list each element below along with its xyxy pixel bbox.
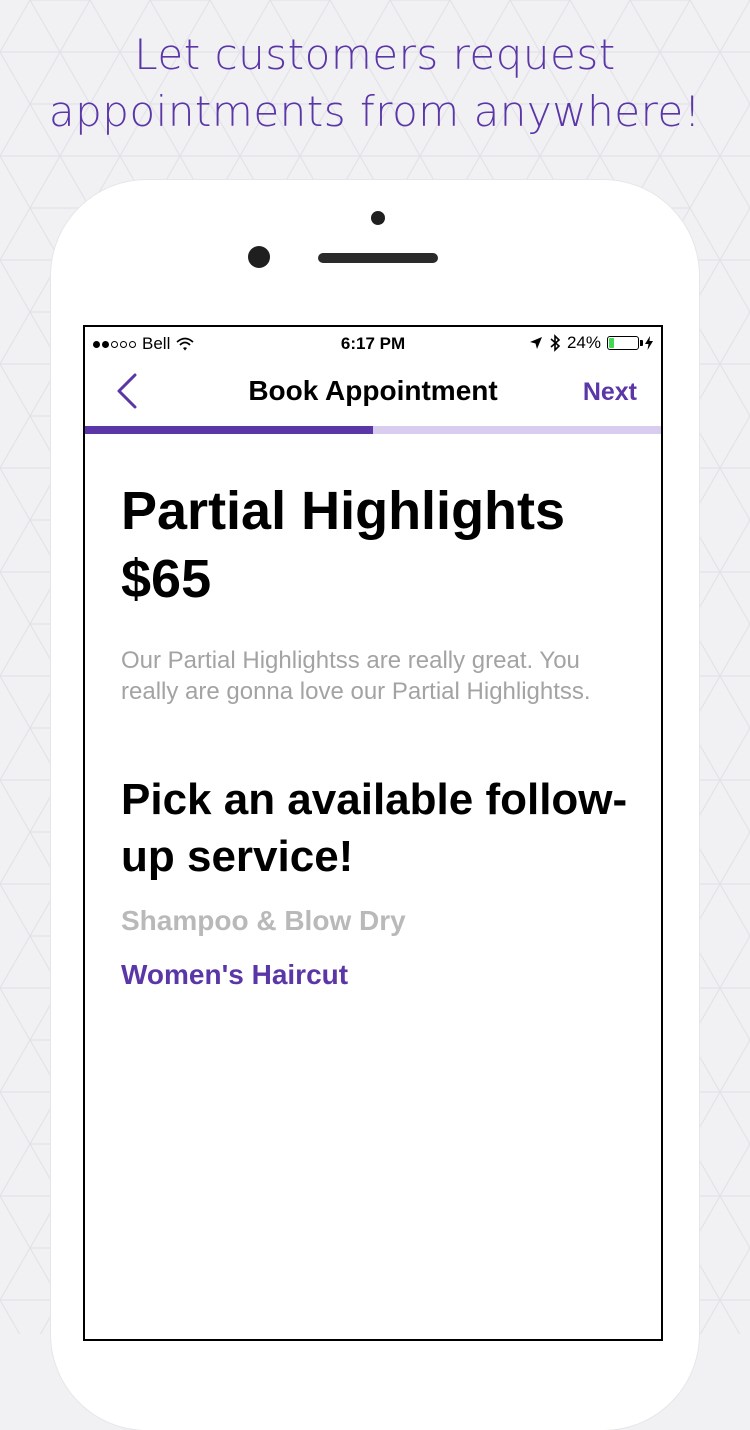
service-details: Partial Highlights $65 Our Partial Highl… [121, 477, 641, 991]
front-camera [248, 246, 270, 268]
service-description: Our Partial Highlightss are really great… [121, 647, 591, 705]
charging-bolt-icon [645, 336, 653, 350]
status-bar: Bell 6:17 PM 24% [85, 327, 661, 359]
follow-up-option-womens-haircut[interactable]: Women's Haircut [121, 959, 641, 991]
proximity-sensor [371, 211, 385, 225]
booking-progress-bar [85, 426, 661, 434]
promo-line-1: Let customers request [134, 30, 616, 79]
battery-level-fill [609, 338, 615, 348]
promo-line-2: appointments from anywhere! [48, 87, 702, 136]
battery-icon [607, 336, 643, 350]
follow-up-option-shampoo-blow-dry[interactable]: Shampoo & Blow Dry [121, 905, 641, 937]
page-title: Book Appointment [248, 375, 498, 406]
follow-up-heading: Pick an available follow-up service! [121, 775, 628, 881]
service-price: $65 [121, 549, 212, 609]
booking-progress-fill [85, 426, 373, 434]
status-bar-right: 24% [529, 333, 653, 353]
battery-percent: 24% [566, 333, 601, 352]
bluetooth-icon [550, 334, 561, 352]
phone-screen: Bell 6:17 PM 24% Book Appointment Next P… [83, 325, 663, 1341]
earpiece-speaker [318, 253, 438, 263]
service-name: Partial Highlights [121, 481, 566, 541]
navigation-bar: Book Appointment Next [85, 359, 661, 425]
location-arrow-icon [529, 337, 542, 349]
next-button[interactable]: Next [583, 378, 637, 407]
promo-heading: Let customers request appointments from … [0, 26, 750, 140]
